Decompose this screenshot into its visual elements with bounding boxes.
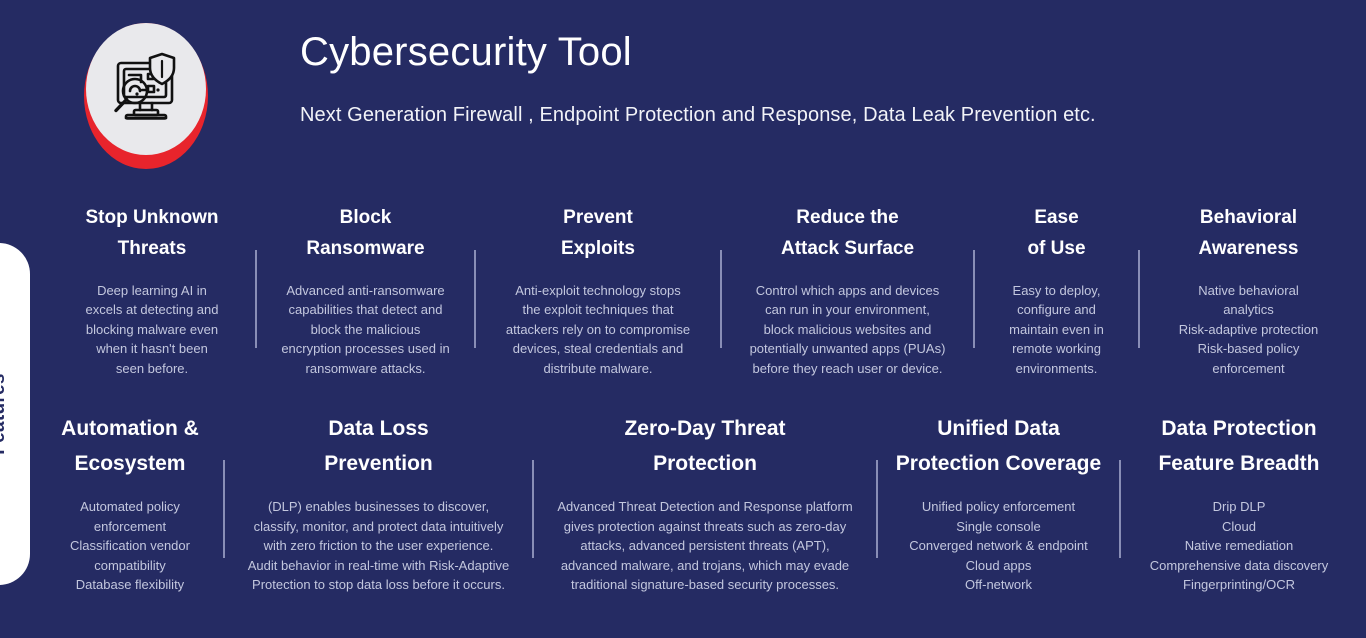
feature-card-data-loss-prevention: Data Loss Prevention (DLP) enables busin… xyxy=(224,412,534,595)
feature-card-title: Unified Data Protection Coverage xyxy=(895,417,1102,475)
feature-card-title: Reduce the Attack Surface xyxy=(780,207,915,260)
feature-card-behavioral-awareness: Behavioral Awareness Native behavioral a… xyxy=(1139,202,1358,378)
page-subtitle: Next Generation Firewall , Endpoint Prot… xyxy=(300,104,1096,126)
features-row-2: Automation & Ecosystem Automated policy … xyxy=(36,412,1358,595)
feature-card-body: Native behavioral analytics Risk-adaptiv… xyxy=(1178,282,1319,376)
brand-logo xyxy=(84,23,208,169)
feature-card-automation-and-ecosystem: Automation & Ecosystem Automated policy … xyxy=(36,412,225,595)
feature-card-title: Data Protection Feature Breadth xyxy=(1158,417,1320,475)
feature-card-body: Advanced Threat Detection and Response p… xyxy=(557,499,853,593)
features-sidebar-label: Features xyxy=(0,373,9,455)
feature-card-title: Prevent Exploits xyxy=(561,207,635,260)
feature-card-body: Deep learning AI in excels at detecting … xyxy=(85,282,219,376)
feature-card-zero-day-threat-protection: Zero-Day Threat Protection Advanced Thre… xyxy=(533,412,878,595)
feature-card-body: (DLP) enables businesses to discover, cl… xyxy=(247,499,510,593)
title-block: Cybersecurity Tool Next Generation Firew… xyxy=(300,28,1340,127)
feature-card-block-ransomware: Block Ransomware Advanced anti-ransomwar… xyxy=(256,202,476,378)
feature-card-unified-data-protection-coverage: Unified Data Protection Coverage Unified… xyxy=(877,412,1121,595)
feature-card-title: Block Ransomware xyxy=(306,207,425,260)
feature-card-reduce-the-attack-surface: Reduce the Attack Surface Control which … xyxy=(721,202,975,378)
feature-card-stop-unknown-threats: Stop Unknown Threats Deep learning AI in… xyxy=(48,202,257,378)
feature-card-body: Easy to deploy, configure and maintain e… xyxy=(1009,282,1104,376)
feature-card-body: Advanced anti-ransomware capabilities th… xyxy=(281,282,450,376)
header: Cybersecurity Tool Next Generation Firew… xyxy=(0,0,1366,190)
feature-card-title: Ease of Use xyxy=(1027,207,1086,260)
feature-card-title: Stop Unknown Threats xyxy=(85,207,219,260)
feature-card-title: Automation & Ecosystem xyxy=(61,417,199,475)
feature-card-body: Control which apps and devices can run i… xyxy=(749,282,946,376)
page-title: Cybersecurity Tool xyxy=(300,30,632,74)
logo-disc xyxy=(86,23,206,155)
features-row-1: Stop Unknown Threats Deep learning AI in… xyxy=(48,202,1358,378)
feature-card-prevent-exploits: Prevent Exploits Anti-exploit technology… xyxy=(475,202,722,378)
feature-card-body: Drip DLP Cloud Native remediation Compre… xyxy=(1149,499,1329,593)
monitor-magnifier-shield-icon xyxy=(114,52,176,120)
feature-card-title: Behavioral Awareness xyxy=(1198,207,1299,260)
feature-card-ease-of-use: Ease of Use Easy to deploy, configure an… xyxy=(974,202,1140,378)
features-sidebar-pill: Features xyxy=(0,243,30,585)
feature-card-body: Unified policy enforcement Single consol… xyxy=(909,499,1088,593)
feature-card-title: Data Loss Prevention xyxy=(324,417,433,475)
feature-card-data-protection-feature-breadth: Data Protection Feature Breadth Drip DLP… xyxy=(1120,412,1358,595)
feature-card-title: Zero-Day Threat Protection xyxy=(624,417,786,475)
feature-card-body: Anti-exploit technology stops the exploi… xyxy=(505,282,691,376)
feature-card-body: Automated policy enforcement Classificat… xyxy=(70,499,190,593)
